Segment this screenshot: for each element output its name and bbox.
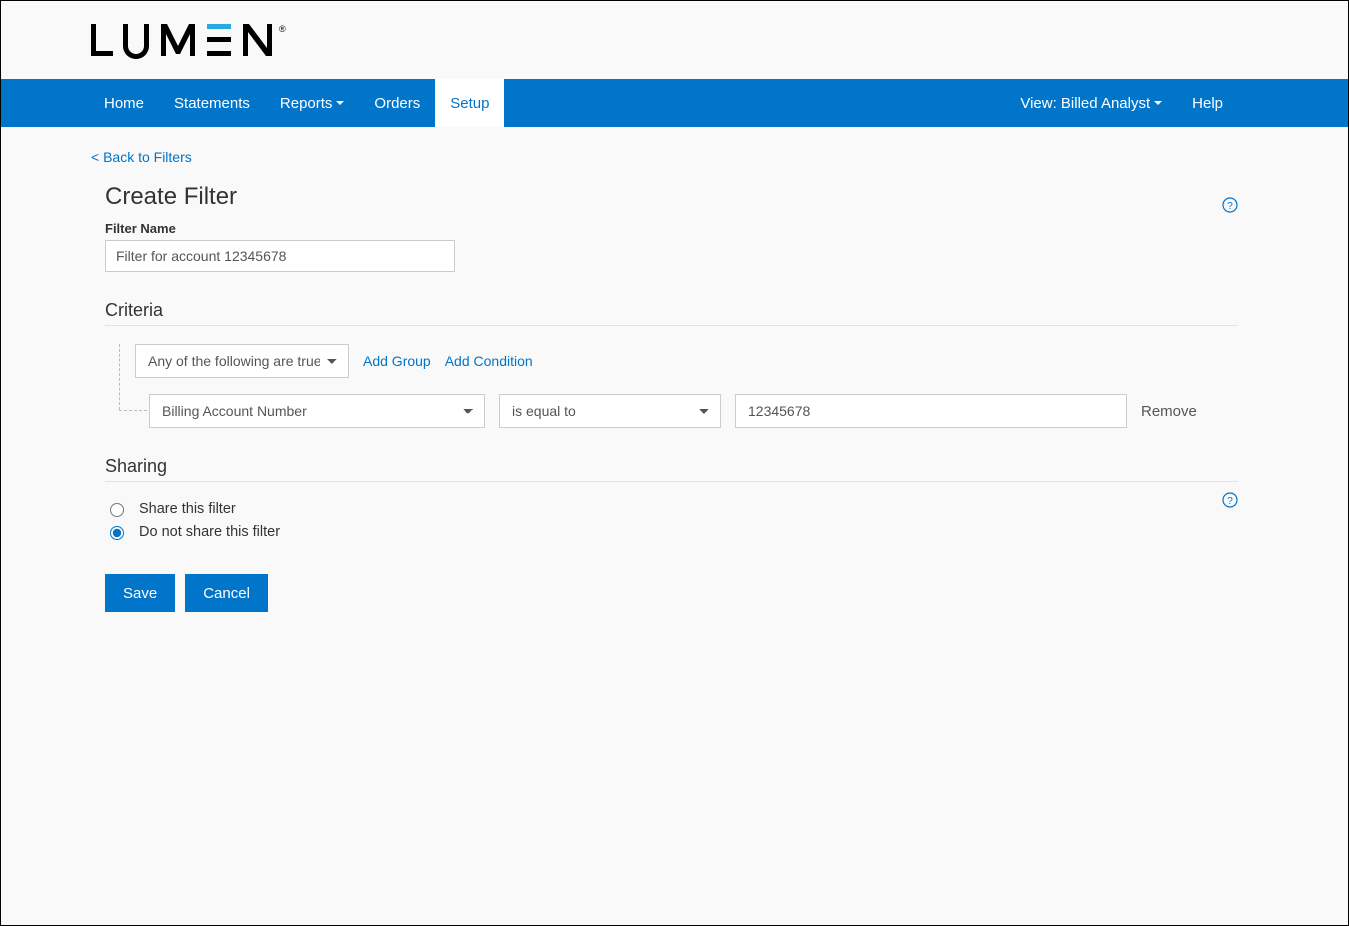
nav-statements[interactable]: Statements xyxy=(159,79,265,127)
svg-text:?: ? xyxy=(1227,496,1233,507)
tree-connector-vertical xyxy=(119,344,120,410)
back-to-filters-link[interactable]: < Back to Filters xyxy=(91,149,192,165)
nav-view-label: View: Billed Analyst xyxy=(1020,95,1150,112)
sharing-options: Share this filter Do not share this filt… xyxy=(105,500,1238,540)
nav-help[interactable]: Help xyxy=(1177,79,1238,127)
app-window: ® Home Statements Reports Orders Setup V… xyxy=(0,0,1349,926)
nav-home[interactable]: Home xyxy=(89,79,159,127)
criteria-section-title: Criteria xyxy=(105,300,1238,321)
criteria-logic-select[interactable]: Any of the following are true xyxy=(135,344,349,378)
sharing-section-title: Sharing xyxy=(105,456,1238,477)
page-title: Create Filter xyxy=(105,183,1238,211)
add-group-link[interactable]: Add Group xyxy=(363,353,431,369)
nav-reports-label: Reports xyxy=(280,95,333,112)
nav-home-label: Home xyxy=(104,95,144,112)
lumen-logo: ® xyxy=(89,20,329,60)
condition-remove-link[interactable]: Remove xyxy=(1141,403,1197,420)
do-not-share-option[interactable]: Do not share this filter xyxy=(105,523,1238,540)
filter-name-label: Filter Name xyxy=(105,221,1238,236)
chevron-down-icon xyxy=(336,101,344,105)
share-filter-radio[interactable] xyxy=(110,503,124,517)
cancel-button[interactable]: Cancel xyxy=(185,574,268,612)
criteria-group-row: Any of the following are true Add Group … xyxy=(135,344,1238,378)
save-button[interactable]: Save xyxy=(105,574,175,612)
criteria-divider xyxy=(105,325,1238,326)
nav-statements-label: Statements xyxy=(174,95,250,112)
logo-bar: ® xyxy=(1,1,1348,79)
nav-setup[interactable]: Setup xyxy=(435,79,504,127)
condition-operator-select[interactable]: is equal to xyxy=(499,394,721,428)
nav-left: Home Statements Reports Orders Setup xyxy=(89,79,504,127)
filter-name-input[interactable] xyxy=(105,240,455,272)
nav-orders-label: Orders xyxy=(374,95,420,112)
help-icon[interactable]: ? xyxy=(1222,492,1238,508)
add-condition-link[interactable]: Add Condition xyxy=(445,353,533,369)
main-navbar: Home Statements Reports Orders Setup Vie… xyxy=(1,79,1348,127)
condition-value-input[interactable] xyxy=(735,394,1127,428)
share-filter-label: Share this filter xyxy=(139,501,236,517)
chevron-down-icon xyxy=(1154,101,1162,105)
criteria-area: Any of the following are true Add Group … xyxy=(105,344,1238,428)
nav-help-label: Help xyxy=(1192,95,1223,112)
page-content: < Back to Filters Create Filter ? Filter… xyxy=(1,127,1348,642)
do-not-share-label: Do not share this filter xyxy=(139,524,280,540)
nav-orders[interactable]: Orders xyxy=(359,79,435,127)
action-button-row: Save Cancel xyxy=(105,574,1238,612)
nav-setup-label: Setup xyxy=(450,95,489,112)
sharing-divider xyxy=(105,481,1238,482)
help-icon[interactable]: ? xyxy=(1222,197,1238,213)
tree-connector-horizontal xyxy=(119,410,147,411)
nav-right: View: Billed Analyst Help xyxy=(1005,79,1348,127)
do-not-share-radio[interactable] xyxy=(110,526,124,540)
svg-text:?: ? xyxy=(1227,201,1233,212)
nav-reports[interactable]: Reports xyxy=(265,79,360,127)
criteria-condition-row: Billing Account Number is equal to Remov… xyxy=(149,394,1238,428)
share-filter-option[interactable]: Share this filter xyxy=(105,500,1238,517)
svg-text:®: ® xyxy=(279,24,286,34)
condition-field-select[interactable]: Billing Account Number xyxy=(149,394,485,428)
nav-view-selector[interactable]: View: Billed Analyst xyxy=(1005,79,1177,127)
